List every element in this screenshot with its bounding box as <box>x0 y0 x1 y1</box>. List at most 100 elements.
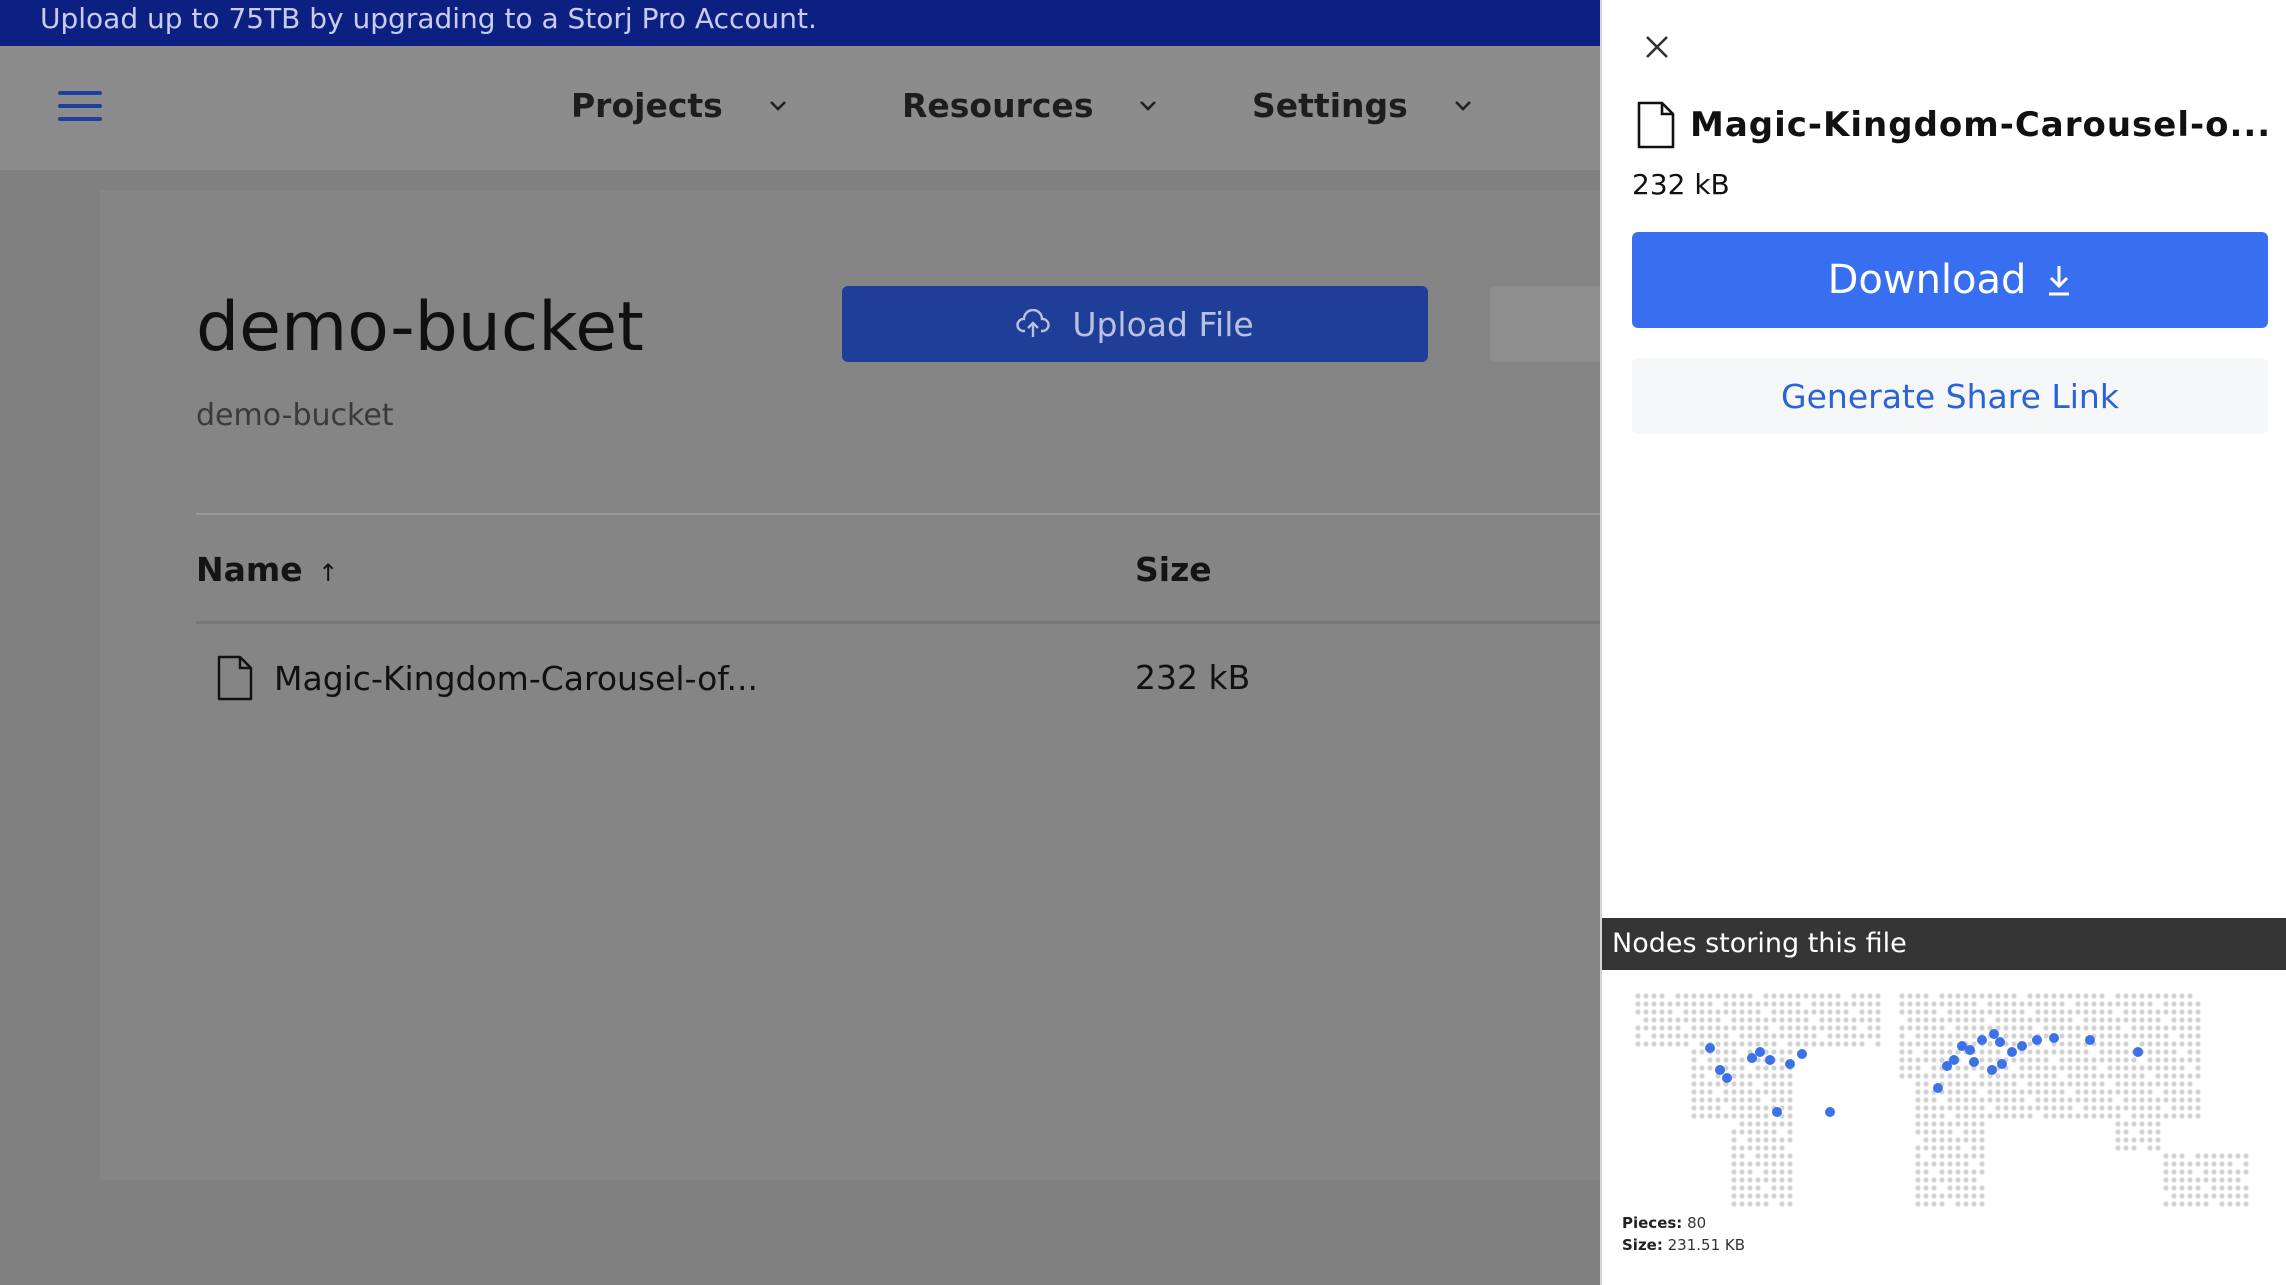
map-dot <box>1779 1089 1785 1095</box>
map-dot <box>2059 1105 2065 1111</box>
map-dot <box>2115 1145 2121 1151</box>
table-row[interactable]: Magic-Kingdom-Carousel-of... <box>216 654 758 702</box>
download-button[interactable]: Download <box>1632 232 2268 328</box>
map-dot <box>1939 1145 1945 1151</box>
map-dot <box>1907 1017 1913 1023</box>
map-dot <box>1739 1193 1745 1199</box>
map-dot <box>1875 993 1881 999</box>
map-dot <box>2115 1065 2121 1071</box>
map-dot <box>1699 1105 1705 1111</box>
map-dot <box>1795 1017 1801 1023</box>
map-dot <box>1739 1129 1745 1135</box>
map-dot <box>1739 1017 1745 1023</box>
map-dot <box>1955 1121 1961 1127</box>
map-dot <box>1747 1033 1753 1039</box>
map-dot <box>1763 1129 1769 1135</box>
map-dot <box>1931 1105 1937 1111</box>
map-dot <box>1971 1001 1977 1007</box>
map-dot <box>1923 1169 1929 1175</box>
generate-share-link-button[interactable]: Generate Share Link <box>1632 358 2268 434</box>
map-dot <box>1755 1177 1761 1183</box>
map-dot <box>1899 1009 1905 1015</box>
nav-projects[interactable]: Projects <box>571 86 787 125</box>
map-dot <box>2171 1049 2177 1055</box>
map-dot <box>1723 1057 1729 1063</box>
map-dot <box>2011 1041 2017 1047</box>
map-dot <box>2179 1017 2185 1023</box>
close-icon[interactable] <box>1642 32 1672 62</box>
map-dot <box>1763 1145 1769 1151</box>
upload-file-button[interactable]: Upload File <box>842 286 1428 362</box>
map-dot <box>2043 1105 2049 1111</box>
map-dot <box>1699 993 1705 999</box>
column-header-name[interactable]: Name ↑ <box>196 550 338 589</box>
hamburger-menu-icon[interactable] <box>58 91 102 125</box>
nav-settings[interactable]: Settings <box>1252 86 1472 125</box>
map-dot <box>1851 1025 1857 1031</box>
map-dot <box>2155 1121 2161 1127</box>
map-dot <box>1971 1009 1977 1015</box>
map-dot <box>1955 1065 1961 1071</box>
map-dot <box>2171 993 2177 999</box>
map-dot <box>2083 1089 2089 1095</box>
node-marker <box>1785 1059 1795 1069</box>
map-dot <box>1731 1105 1737 1111</box>
node-marker <box>2133 1047 2143 1057</box>
secondary-button[interactable] <box>1490 286 1600 362</box>
map-dot <box>2187 1097 2193 1103</box>
map-dot <box>2075 1073 2081 1079</box>
map-dot <box>1923 1129 1929 1135</box>
map-dot <box>2171 1009 2177 1015</box>
map-dot <box>2147 1105 2153 1111</box>
map-dot <box>1651 1017 1657 1023</box>
map-dot <box>1779 1185 1785 1191</box>
map-dot <box>2187 1001 2193 1007</box>
map-dot <box>2139 1129 2145 1135</box>
nav-resources[interactable]: Resources <box>902 86 1157 125</box>
map-dot <box>1979 1009 1985 1015</box>
map-dot <box>1763 1065 1769 1071</box>
map-dot <box>1747 993 1753 999</box>
map-dot <box>2171 1089 2177 1095</box>
map-dot <box>1955 1185 1961 1191</box>
map-dot <box>2155 1113 2161 1119</box>
map-dot <box>1635 1033 1641 1039</box>
map-dot <box>2083 1073 2089 1079</box>
map-dot <box>1659 1017 1665 1023</box>
map-dot <box>1723 1041 1729 1047</box>
breadcrumb[interactable]: demo-bucket <box>196 398 394 433</box>
map-dot <box>1875 1033 1881 1039</box>
map-dot <box>1987 1009 1993 1015</box>
map-dot <box>1947 1097 1953 1103</box>
map-dot <box>1955 1193 1961 1199</box>
map-dot <box>1731 1097 1737 1103</box>
map-dot <box>2123 1001 2129 1007</box>
map-dot <box>1731 1089 1737 1095</box>
map-dot <box>1731 1009 1737 1015</box>
map-dot <box>1707 1009 1713 1015</box>
map-dot <box>1995 1097 2001 1103</box>
map-dot <box>2179 1105 2185 1111</box>
map-dot <box>2171 1017 2177 1023</box>
map-dot <box>2131 1113 2137 1119</box>
map-dot <box>1731 1057 1737 1063</box>
map-dot <box>2179 1081 2185 1087</box>
map-dot <box>1987 1041 1993 1047</box>
map-dot <box>1859 1017 1865 1023</box>
map-dot <box>1635 1001 1641 1007</box>
map-dot <box>2107 1025 2113 1031</box>
map-dot <box>1843 1001 1849 1007</box>
file-size: 232 kB <box>1135 658 1251 697</box>
map-stats: Pieces: 80 Size: 231.51 KB <box>1622 1212 1745 1256</box>
map-dot <box>2035 993 2041 999</box>
map-dot <box>2019 1033 2025 1039</box>
map-dot <box>2019 1097 2025 1103</box>
node-marker <box>1715 1065 1725 1075</box>
map-dot <box>1763 1089 1769 1095</box>
map-dot <box>2155 1033 2161 1039</box>
map-dot <box>1659 1041 1665 1047</box>
map-dot <box>2139 1073 2145 1079</box>
column-header-size[interactable]: Size <box>1135 550 1212 589</box>
map-dot <box>2043 1057 2049 1063</box>
map-dot <box>1939 1201 1945 1207</box>
